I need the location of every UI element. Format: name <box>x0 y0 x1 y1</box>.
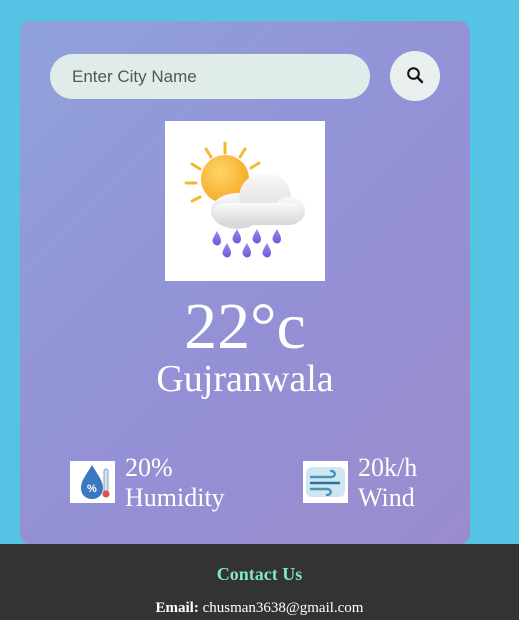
wind-icon <box>303 461 348 503</box>
contact-us-heading: Contact Us <box>216 564 303 584</box>
footer: Contact Us Email: chusman3638@gmail.com <box>0 544 519 620</box>
humidity-icon: % <box>70 461 115 503</box>
sun-cloud-rain-icon <box>165 141 325 285</box>
city-search-input[interactable] <box>50 54 370 99</box>
temperature: 22°c <box>184 290 306 363</box>
search-icon <box>406 66 424 87</box>
wind-label: Wind <box>358 483 415 512</box>
weather-card: 22°c Gujranwala % 20% Humidity 20k/ <box>20 21 470 544</box>
humidity-label: Humidity <box>125 483 225 512</box>
weather-condition-image <box>165 121 325 281</box>
contact-email: Email: chusman3638@gmail.com <box>0 600 519 617</box>
email-address[interactable]: chusman3638@gmail.com <box>203 600 364 616</box>
svg-text:%: % <box>87 483 97 495</box>
city-name: Gujranwala <box>156 358 334 400</box>
humidity-value: 20% <box>125 453 173 482</box>
email-label: Email: <box>155 600 199 616</box>
wind-value: 20k/h <box>358 453 418 482</box>
search-button[interactable] <box>390 51 440 101</box>
